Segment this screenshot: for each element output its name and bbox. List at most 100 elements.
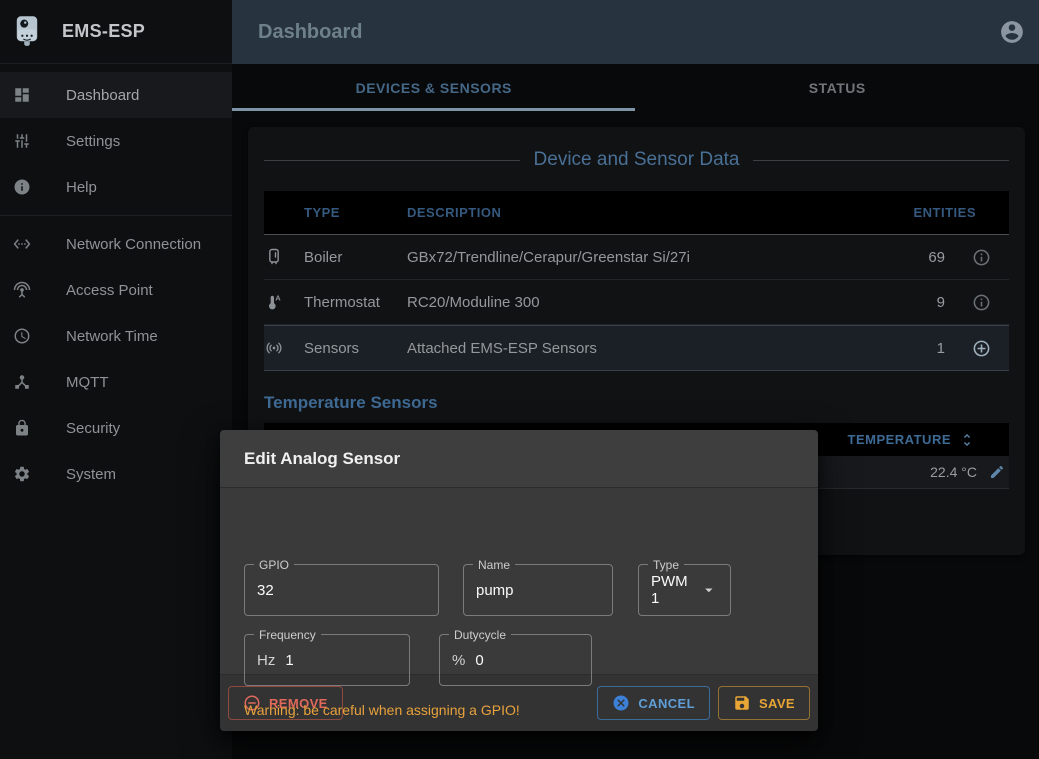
dutycycle-field-label: Dutycycle (449, 627, 511, 643)
info-icon[interactable] (972, 248, 991, 267)
dialog-title: Edit Analog Sensor (220, 430, 818, 488)
tab-bar: DEVICES & SENSORS STATUS (232, 64, 1039, 112)
help-info-icon (13, 178, 31, 196)
sidebar-item-network-connection[interactable]: Network Connection (0, 221, 232, 267)
sidebar-item-mqtt[interactable]: MQTT (0, 359, 232, 405)
access-point-antenna-icon (13, 281, 31, 299)
type-select-value: PWM 1 (651, 573, 690, 607)
save-button-label: SAVE (759, 696, 795, 711)
edit-analog-sensor-dialog: Edit Analog Sensor GPIO 32 Name pump Typ… (220, 430, 818, 731)
device-table: TYPE DESCRIPTION ENTITIES Boiler GBx72/T… (264, 191, 1009, 371)
temperature-value: 22.4 °C (930, 464, 977, 480)
ems-esp-app: EMS-ESP Dashboard Settings Help Network … (0, 0, 1039, 759)
tab-devices-sensors[interactable]: DEVICES & SENSORS (232, 64, 636, 112)
dashboard-icon (13, 86, 31, 104)
clock-icon (13, 327, 31, 345)
sidebar: EMS-ESP Dashboard Settings Help Network … (0, 0, 232, 759)
device-hub-icon (13, 373, 31, 391)
device-type: Sensors (304, 340, 407, 357)
cancel-circle-icon (612, 694, 630, 712)
name-field-value[interactable]: pump (476, 582, 514, 599)
frequency-field-label: Frequency (254, 627, 321, 643)
sidebar-divider (0, 215, 232, 216)
temperature-column-header[interactable]: TEMPERATURE (848, 432, 951, 447)
sidebar-item-label: Network Time (66, 328, 158, 345)
gpio-field[interactable]: GPIO 32 (244, 564, 439, 616)
dutycycle-unit-prefix: % (452, 652, 465, 669)
svg-text:A: A (275, 293, 281, 302)
sidebar-item-system[interactable]: System (0, 451, 232, 497)
account-icon[interactable] (999, 19, 1025, 45)
entities-column-header: ENTITIES (833, 205, 1009, 220)
cancel-button-label: CANCEL (638, 696, 695, 711)
sidebar-item-label: Security (66, 420, 120, 437)
device-type: Thermostat (304, 294, 407, 311)
sidebar-item-label: Dashboard (66, 87, 139, 104)
sidebar-item-access-point[interactable]: Access Point (0, 267, 232, 313)
boiler-logo-icon (14, 15, 40, 49)
table-row-boiler[interactable]: Boiler GBx72/Trendline/Cerapur/Greenstar… (264, 235, 1009, 280)
device-type: Boiler (304, 249, 407, 266)
section-divider-title: Device and Sensor Data (264, 149, 1009, 171)
frequency-field[interactable]: Frequency Hz 1 (244, 634, 410, 686)
top-app-bar: Dashboard (232, 0, 1039, 64)
table-row-sensors[interactable]: Sensors Attached EMS-ESP Sensors 1 (264, 325, 1009, 371)
sidebar-item-help[interactable]: Help (0, 164, 232, 210)
type-select-label: Type (648, 557, 684, 573)
sidebar-item-dashboard[interactable]: Dashboard (0, 72, 232, 118)
sidebar-nav: Dashboard Settings Help Network Connecti… (0, 72, 232, 497)
app-logo-row: EMS-ESP (0, 0, 232, 64)
sensors-icon (264, 338, 284, 358)
device-description: GBx72/Trendline/Cerapur/Greenstar Si/27i (407, 249, 833, 266)
gpio-field-value[interactable]: 32 (257, 582, 274, 599)
divider-line (753, 160, 1009, 161)
edit-pencil-icon[interactable] (989, 464, 1005, 480)
tab-indicator (232, 108, 635, 111)
sidebar-item-label: System (66, 466, 116, 483)
sidebar-item-label: Help (66, 179, 97, 196)
device-description: Attached EMS-ESP Sensors (407, 340, 833, 357)
table-row-thermostat[interactable]: A Thermostat RC20/Moduline 300 9 (264, 280, 1009, 325)
dutycycle-field-value[interactable]: 0 (475, 652, 483, 669)
add-circle-icon[interactable] (972, 339, 991, 358)
sidebar-item-security[interactable]: Security (0, 405, 232, 451)
description-column-header: DESCRIPTION (407, 205, 833, 220)
device-description: RC20/Moduline 300 (407, 294, 833, 311)
sidebar-item-label: Network Connection (66, 236, 201, 253)
name-field-label: Name (473, 557, 515, 573)
dialog-body: GPIO 32 Name pump Type PWM 1 Frequency H… (220, 488, 818, 674)
app-title: EMS-ESP (62, 21, 145, 42)
device-entities-count: 1 (833, 340, 953, 357)
gear-icon (13, 465, 31, 483)
device-entities-count: 9 (833, 294, 953, 311)
temperature-sensors-heading: Temperature Sensors (264, 393, 438, 413)
sidebar-item-settings[interactable]: Settings (0, 118, 232, 164)
type-column-header: TYPE (304, 205, 407, 220)
device-table-header: TYPE DESCRIPTION ENTITIES (264, 191, 1009, 235)
page-title: Dashboard (258, 0, 362, 64)
lock-icon (13, 419, 31, 437)
save-button[interactable]: SAVE (718, 686, 810, 720)
sidebar-item-label: Settings (66, 133, 120, 150)
boiler-icon (264, 247, 284, 267)
network-connection-icon (13, 235, 31, 253)
sort-unfold-icon[interactable] (959, 432, 975, 448)
sidebar-item-label: Access Point (66, 282, 153, 299)
dropdown-arrow-icon[interactable] (700, 579, 718, 601)
section-title: Device and Sensor Data (534, 149, 740, 171)
dutycycle-field[interactable]: Dutycycle % 0 (439, 634, 592, 686)
save-floppy-icon (733, 694, 751, 712)
gpio-field-label: GPIO (254, 557, 294, 573)
settings-tune-icon (13, 132, 31, 150)
gpio-warning-text: Warning: be careful when assigning a GPI… (244, 702, 520, 718)
info-icon[interactable] (972, 293, 991, 312)
name-field[interactable]: Name pump (463, 564, 613, 616)
tab-status[interactable]: STATUS (636, 64, 1039, 112)
cancel-button[interactable]: CANCEL (597, 686, 710, 720)
frequency-field-value[interactable]: 1 (285, 652, 293, 669)
sidebar-item-network-time[interactable]: Network Time (0, 313, 232, 359)
thermostat-auto-icon: A (264, 292, 284, 312)
frequency-unit-prefix: Hz (257, 652, 275, 669)
divider-line (264, 160, 520, 161)
type-select[interactable]: Type PWM 1 (638, 564, 731, 616)
